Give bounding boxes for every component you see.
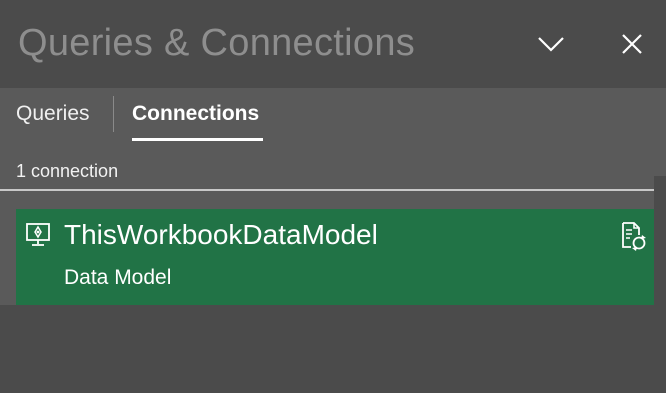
pane-title: Queries & Connections	[18, 22, 416, 64]
data-model-connection-icon	[26, 223, 50, 246]
connection-type: Data Model	[64, 266, 172, 289]
pane-options-button[interactable]	[531, 24, 571, 64]
tab-connections[interactable]: Connections	[132, 102, 259, 126]
refresh-document-icon[interactable]	[620, 221, 648, 251]
connection-name: ThisWorkbookDataModel	[64, 219, 378, 250]
selected-tab-underline	[132, 138, 263, 141]
queries-connections-pane: Queries & Connections Queries Connection…	[0, 0, 666, 393]
close-pane-button[interactable]	[612, 24, 652, 64]
pane-header: Queries & Connections	[0, 0, 666, 88]
tab-separator	[113, 96, 114, 132]
connection-item[interactable]: ThisWorkbookDataModel Data Model	[16, 209, 654, 305]
scrollbar[interactable]	[654, 176, 666, 393]
chevron-down-icon	[538, 37, 564, 52]
connection-count: 1 connection	[16, 161, 119, 181]
close-icon	[622, 34, 642, 54]
divider	[0, 189, 654, 191]
tab-queries[interactable]: Queries	[16, 102, 90, 126]
